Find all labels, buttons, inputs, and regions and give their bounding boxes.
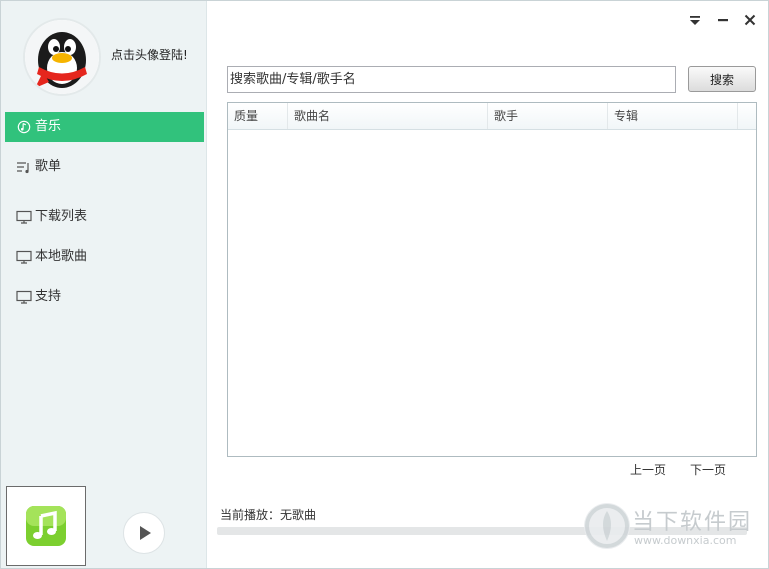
sidebar-item-label: 音乐 (35, 119, 62, 134)
sidebar-item-playlist[interactable]: 歌单 (5, 152, 204, 182)
play-button[interactable] (123, 512, 165, 554)
monitor-icon (16, 250, 32, 264)
table-header: 质量 歌曲名 歌手 专辑 (228, 103, 756, 130)
monitor-icon (16, 210, 32, 224)
close-button[interactable] (742, 12, 758, 28)
sidebar-item-support[interactable]: 支持 (5, 282, 204, 312)
close-icon (744, 14, 756, 26)
dropdown-menu-icon (690, 16, 700, 25)
now-playing-text: 当前播放：无歌曲 (220, 508, 317, 522)
column-header-album[interactable]: 专辑 (608, 103, 738, 129)
app-window: 点击头像登陆! 音乐 歌单 下载列表 本地歌曲 支持 搜索歌曲/专辑/歌手名 搜… (0, 0, 769, 569)
album-art (6, 486, 86, 566)
sidebar-nav: 音乐 歌单 下载列表 本地歌曲 支持 (5, 112, 204, 312)
penguin-avatar-icon (25, 20, 99, 94)
play-icon (140, 526, 151, 540)
sidebar: 点击头像登陆! 音乐 歌单 下载列表 本地歌曲 支持 (1, 1, 207, 568)
sidebar-item-label: 支持 (35, 289, 62, 304)
login-prompt[interactable]: 点击头像登陆! (111, 46, 188, 63)
minimize-icon (718, 19, 728, 22)
watermark: 当下软件园 www.downxia.com (584, 501, 769, 551)
playlist-icon (17, 162, 29, 174)
sidebar-item-label: 歌单 (35, 159, 62, 174)
sidebar-item-music[interactable]: 音乐 (5, 112, 204, 142)
monitor-icon (16, 290, 32, 304)
column-header-quality[interactable]: 质量 (228, 103, 288, 129)
watermark-title: 当下软件园 (632, 510, 753, 535)
watermark-logo (584, 503, 630, 549)
minimize-button[interactable] (715, 12, 731, 28)
column-header-artist[interactable]: 歌手 (488, 103, 608, 129)
window-menu-button[interactable] (687, 12, 703, 28)
sidebar-item-label: 下载列表 (35, 209, 88, 224)
search-button[interactable]: 搜索 (688, 66, 756, 92)
next-page-link[interactable]: 下一页 (690, 461, 726, 478)
sidebar-item-downloads[interactable]: 下载列表 (5, 202, 204, 232)
music-icon (17, 120, 31, 134)
prev-page-link[interactable]: 上一页 (630, 461, 666, 478)
results-table: 质量 歌曲名 歌手 专辑 (227, 102, 757, 457)
sidebar-item-local-songs[interactable]: 本地歌曲 (5, 242, 204, 272)
sidebar-item-label: 本地歌曲 (35, 249, 88, 264)
music-note-icon (26, 506, 66, 546)
column-header-song-name[interactable]: 歌曲名 (288, 103, 488, 129)
watermark-url: www.downxia.com (634, 534, 737, 547)
avatar[interactable] (23, 18, 101, 96)
watermark-logo-icon (585, 504, 629, 548)
search-input[interactable] (227, 66, 676, 93)
